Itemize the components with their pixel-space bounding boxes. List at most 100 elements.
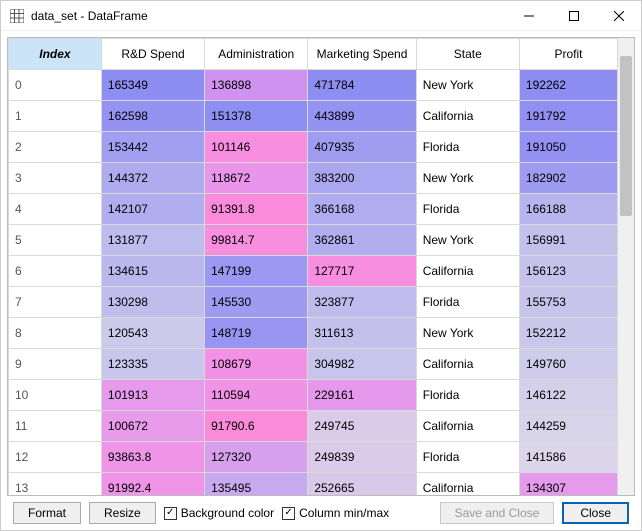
cell-index[interactable]: 1 [9, 101, 102, 132]
cell-profit[interactable]: 134307 [519, 473, 617, 496]
cell-index[interactable]: 8 [9, 318, 102, 349]
cell-rnd[interactable]: 144372 [101, 163, 204, 194]
cell-index[interactable]: 13 [9, 473, 102, 496]
cell-index[interactable]: 10 [9, 380, 102, 411]
cell-state[interactable]: New York [416, 318, 519, 349]
cell-rnd[interactable]: 165349 [101, 70, 204, 101]
cell-profit[interactable]: 141586 [519, 442, 617, 473]
cell-rnd[interactable]: 123335 [101, 349, 204, 380]
cell-state[interactable]: New York [416, 225, 519, 256]
cell-index[interactable]: 2 [9, 132, 102, 163]
col-header-index[interactable]: Index [9, 39, 102, 70]
cell-admin[interactable]: 108679 [205, 349, 308, 380]
cell-mkt[interactable]: 366168 [308, 194, 416, 225]
cell-rnd[interactable]: 93863.8 [101, 442, 204, 473]
close-window-button[interactable] [596, 1, 641, 31]
cell-index[interactable]: 3 [9, 163, 102, 194]
col-header-rnd[interactable]: R&D Spend [101, 39, 204, 70]
cell-state[interactable]: Florida [416, 442, 519, 473]
cell-state[interactable]: New York [416, 163, 519, 194]
cell-mkt[interactable]: 362861 [308, 225, 416, 256]
format-button[interactable]: Format [13, 502, 81, 524]
table-row[interactable]: 0165349136898471784New York192262 [9, 70, 618, 101]
cell-profit[interactable]: 192262 [519, 70, 617, 101]
cell-mkt[interactable]: 249745 [308, 411, 416, 442]
minimize-button[interactable] [506, 1, 551, 31]
cell-admin[interactable]: 147199 [205, 256, 308, 287]
cell-mkt[interactable]: 252665 [308, 473, 416, 496]
cell-index[interactable]: 6 [9, 256, 102, 287]
table-row[interactable]: 10101913110594229161Florida146122 [9, 380, 618, 411]
resize-button[interactable]: Resize [89, 502, 156, 524]
cell-index[interactable]: 12 [9, 442, 102, 473]
dataframe-grid[interactable]: Index R&D Spend Administration Marketing… [8, 38, 618, 495]
cell-state[interactable]: California [416, 256, 519, 287]
cell-profit[interactable]: 155753 [519, 287, 617, 318]
cell-admin[interactable]: 118672 [205, 163, 308, 194]
table-row[interactable]: 1391992.4135495252665California134307 [9, 473, 618, 496]
cell-mkt[interactable]: 443899 [308, 101, 416, 132]
maximize-button[interactable] [551, 1, 596, 31]
table-row[interactable]: 9123335108679304982California149760 [9, 349, 618, 380]
cell-index[interactable]: 0 [9, 70, 102, 101]
cell-state[interactable]: Florida [416, 287, 519, 318]
cell-admin[interactable]: 145530 [205, 287, 308, 318]
cell-mkt[interactable]: 249839 [308, 442, 416, 473]
cell-profit[interactable]: 191792 [519, 101, 617, 132]
cell-profit[interactable]: 156123 [519, 256, 617, 287]
col-header-profit[interactable]: Profit [519, 39, 617, 70]
cell-profit[interactable]: 144259 [519, 411, 617, 442]
cell-state[interactable]: Florida [416, 132, 519, 163]
cell-rnd[interactable]: 91992.4 [101, 473, 204, 496]
cell-admin[interactable]: 101146 [205, 132, 308, 163]
cell-rnd[interactable]: 131877 [101, 225, 204, 256]
cell-rnd[interactable]: 142107 [101, 194, 204, 225]
cell-mkt[interactable]: 311613 [308, 318, 416, 349]
close-button[interactable]: Close [562, 502, 629, 524]
cell-admin[interactable]: 127320 [205, 442, 308, 473]
table-row[interactable]: 513187799814.7362861New York156991 [9, 225, 618, 256]
cell-rnd[interactable]: 120543 [101, 318, 204, 349]
cell-rnd[interactable]: 130298 [101, 287, 204, 318]
table-row[interactable]: 7130298145530323877Florida155753 [9, 287, 618, 318]
cell-admin[interactable]: 91391.8 [205, 194, 308, 225]
table-row[interactable]: 3144372118672383200New York182902 [9, 163, 618, 194]
vertical-scrollbar[interactable] [618, 38, 634, 495]
table-row[interactable]: 1162598151378443899California191792 [9, 101, 618, 132]
cell-mkt[interactable]: 471784 [308, 70, 416, 101]
table-row[interactable]: 6134615147199127717California156123 [9, 256, 618, 287]
cell-index[interactable]: 5 [9, 225, 102, 256]
cell-index[interactable]: 11 [9, 411, 102, 442]
cell-mkt[interactable]: 383200 [308, 163, 416, 194]
table-row[interactable]: 8120543148719311613New York152212 [9, 318, 618, 349]
cell-rnd[interactable]: 101913 [101, 380, 204, 411]
cell-rnd[interactable]: 153442 [101, 132, 204, 163]
column-minmax-checkbox[interactable]: ✓ Column min/max [282, 506, 389, 520]
cell-index[interactable]: 9 [9, 349, 102, 380]
cell-profit[interactable]: 149760 [519, 349, 617, 380]
cell-profit[interactable]: 152212 [519, 318, 617, 349]
col-header-mkt[interactable]: Marketing Spend [308, 39, 416, 70]
cell-mkt[interactable]: 229161 [308, 380, 416, 411]
cell-profit[interactable]: 146122 [519, 380, 617, 411]
col-header-admin[interactable]: Administration [205, 39, 308, 70]
cell-state[interactable]: California [416, 411, 519, 442]
cell-mkt[interactable]: 407935 [308, 132, 416, 163]
cell-profit[interactable]: 156991 [519, 225, 617, 256]
cell-state[interactable]: California [416, 473, 519, 496]
cell-rnd[interactable]: 134615 [101, 256, 204, 287]
cell-profit[interactable]: 182902 [519, 163, 617, 194]
cell-admin[interactable]: 99814.7 [205, 225, 308, 256]
cell-mkt[interactable]: 304982 [308, 349, 416, 380]
cell-admin[interactable]: 135495 [205, 473, 308, 496]
cell-state[interactable]: Florida [416, 194, 519, 225]
cell-admin[interactable]: 91790.6 [205, 411, 308, 442]
cell-admin[interactable]: 148719 [205, 318, 308, 349]
cell-rnd[interactable]: 162598 [101, 101, 204, 132]
table-row[interactable]: 414210791391.8366168Florida166188 [9, 194, 618, 225]
scroll-thumb[interactable] [620, 56, 632, 216]
cell-profit[interactable]: 191050 [519, 132, 617, 163]
cell-state[interactable]: Florida [416, 380, 519, 411]
cell-index[interactable]: 4 [9, 194, 102, 225]
background-color-checkbox[interactable]: ✓ Background color [164, 506, 274, 520]
